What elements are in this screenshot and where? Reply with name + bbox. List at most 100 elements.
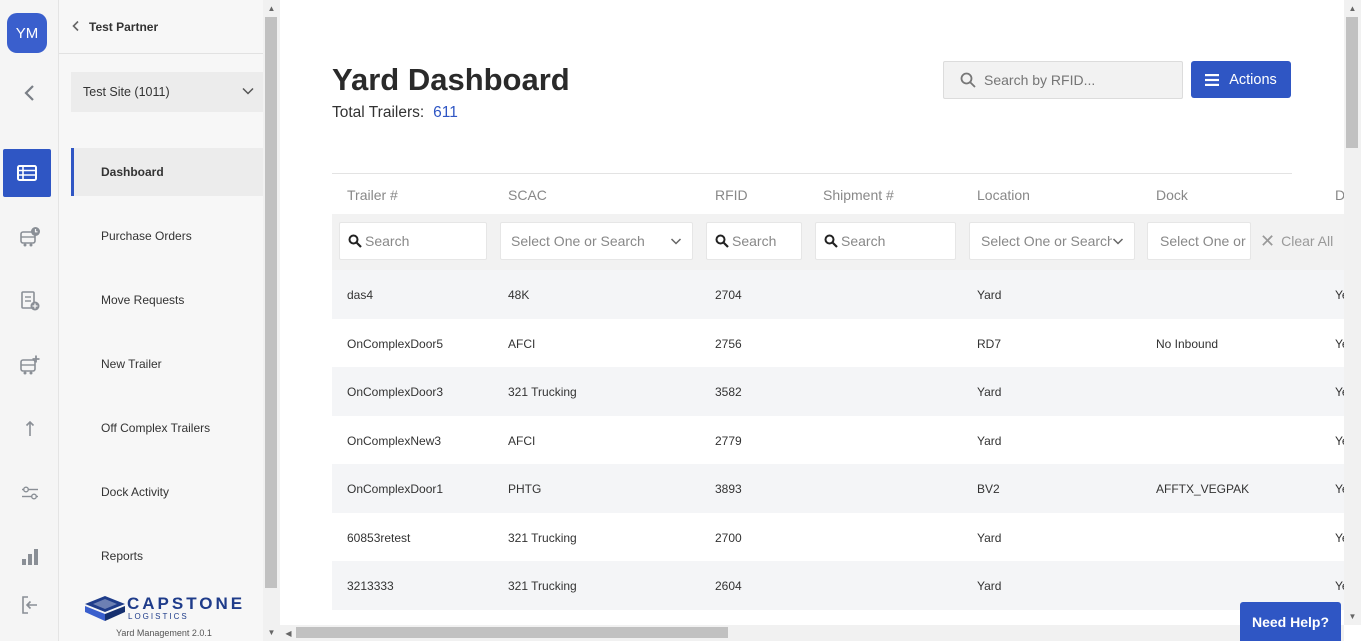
rfid-search[interactable] xyxy=(943,61,1183,99)
rail-dock-activity-button[interactable] xyxy=(0,469,59,517)
cell-location: Yard xyxy=(977,579,1002,593)
sliders-icon xyxy=(21,486,38,500)
collapse-sidebar-button[interactable] xyxy=(0,69,59,117)
rail-reports-button[interactable] xyxy=(0,533,59,581)
site-select-value: Test Site (1011) xyxy=(83,85,170,99)
table-row[interactable]: das4 48K 2704 Yard Ye xyxy=(332,270,1344,319)
capstone-cube-icon xyxy=(85,596,125,621)
rfid-search-input[interactable] xyxy=(984,72,1164,88)
scac-filter[interactable]: Select One or Search xyxy=(500,222,693,260)
sidebar-item-label: Reports xyxy=(101,549,144,563)
rail-dashboard-button[interactable] xyxy=(3,149,51,197)
rail-move-requests-button[interactable] xyxy=(0,277,59,325)
user-avatar[interactable]: YM xyxy=(7,13,47,53)
partner-header[interactable]: Test Partner xyxy=(59,0,263,54)
bar-chart-icon xyxy=(21,549,38,565)
capstone-logo: CAPSTONE LOGISTICS Yard Management 2.0.1 xyxy=(83,594,255,638)
main-horizontal-scrollbar[interactable]: ◀ xyxy=(280,625,1344,641)
table-row[interactable]: OnComplexDoor1 PHTG 3893 BV2 AFFTX_VEGPA… xyxy=(332,464,1344,513)
trailers-table: Trailer # SCAC RFID Shipment # Location … xyxy=(332,174,1344,610)
rail-off-complex-button[interactable] xyxy=(0,405,59,453)
cell-location: Yard xyxy=(977,385,1002,399)
cell-scac: 48K xyxy=(508,288,530,302)
scroll-up-arrow-icon[interactable]: ▲ xyxy=(1344,0,1361,17)
trailer-clock-icon xyxy=(19,227,40,247)
cell-scac: PHTG xyxy=(508,482,542,496)
table-row[interactable]: 60853retest 321 Trucking 2700 Yard Ye xyxy=(332,513,1344,562)
col-header-scac[interactable]: SCAC xyxy=(508,187,547,203)
sidebar-item-purchase-orders[interactable]: Purchase Orders xyxy=(71,212,263,260)
search-icon xyxy=(824,234,838,248)
rail-purchase-orders-button[interactable] xyxy=(0,213,59,261)
col-header-rfid[interactable]: RFID xyxy=(715,187,748,203)
table-row[interactable]: 3213333 321 Trucking 2604 Yard Ye xyxy=(332,561,1344,610)
cell-rfid: 2604 xyxy=(715,579,742,593)
table-row[interactable]: OnComplexDoor3 321 Trucking 3582 Yard Ye xyxy=(332,367,1344,416)
cell-d: Ye xyxy=(1335,288,1344,302)
rail-new-trailer-button[interactable] xyxy=(0,341,59,389)
table-row[interactable]: OnComplexDoor5 AFCI 2756 RD7 No Inbound … xyxy=(332,319,1344,368)
sidebar-item-new-trailer[interactable]: New Trailer xyxy=(71,340,263,388)
dock-filter-placeholder: Select One or Search xyxy=(1160,233,1250,249)
sidebar-item-label: Move Requests xyxy=(101,293,185,307)
scroll-up-arrow-icon[interactable]: ▲ xyxy=(263,0,280,17)
trailer-filter[interactable]: Search xyxy=(339,222,487,260)
shipment-filter[interactable]: Search xyxy=(815,222,956,260)
need-help-button[interactable]: Need Help? xyxy=(1240,602,1341,641)
actions-button[interactable]: Actions xyxy=(1191,61,1291,98)
total-trailers-value: 611 xyxy=(433,104,458,121)
col-header-d[interactable]: D xyxy=(1335,187,1344,203)
col-header-location[interactable]: Location xyxy=(977,187,1030,203)
app-version: Yard Management 2.0.1 xyxy=(116,628,212,638)
cell-trailer: OnComplexDoor1 xyxy=(347,482,444,496)
dock-filter[interactable]: Select One or Search xyxy=(1147,222,1251,260)
scroll-down-arrow-icon[interactable]: ▼ xyxy=(1344,608,1361,625)
location-filter[interactable]: Select One or Search xyxy=(969,222,1135,260)
main-vertical-scroll-thumb[interactable] xyxy=(1346,17,1358,148)
rfid-filter-placeholder: Search xyxy=(732,233,777,249)
sidebar-item-move-requests[interactable]: Move Requests xyxy=(71,276,263,324)
chevron-down-icon xyxy=(670,238,682,245)
scroll-left-arrow-icon[interactable]: ◀ xyxy=(280,625,297,641)
main-horizontal-scroll-thumb[interactable] xyxy=(296,627,728,638)
table-row[interactable]: OnComplexNew3 AFCI 2779 Yard Ye xyxy=(332,416,1344,465)
col-header-trailer[interactable]: Trailer # xyxy=(347,187,398,203)
actions-label: Actions xyxy=(1229,71,1277,88)
cell-trailer: OnComplexNew3 xyxy=(347,433,442,448)
sidebar-item-dashboard[interactable]: Dashboard xyxy=(71,148,263,196)
search-icon xyxy=(715,234,729,248)
cell-location: Yard xyxy=(977,288,1002,302)
scroll-down-arrow-icon[interactable]: ▼ xyxy=(263,624,280,641)
main-content: Yard Dashboard Total Trailers: 611 Action… xyxy=(280,0,1344,625)
page-title: Yard Dashboard xyxy=(332,62,570,97)
purchase-order-add-icon xyxy=(20,291,39,311)
sidebar-scroll-thumb[interactable] xyxy=(265,17,277,588)
close-icon: ✕ xyxy=(1260,231,1276,251)
col-header-dock[interactable]: Dock xyxy=(1156,187,1188,203)
cell-dock: AFFTX_VEGPAK xyxy=(1156,482,1250,496)
cell-d: Ye xyxy=(1335,530,1344,545)
site-select[interactable]: Test Site (1011) xyxy=(71,72,263,112)
partner-name: Test Partner xyxy=(89,19,159,34)
back-arrow-icon[interactable] xyxy=(71,19,89,35)
sidebar-nav: Dashboard Purchase Orders Move Requests … xyxy=(71,148,263,596)
cell-rfid: 2704 xyxy=(715,288,742,302)
sidebar-item-reports[interactable]: Reports xyxy=(71,532,263,580)
rail-logout-button[interactable] xyxy=(0,581,59,629)
cell-d: Ye xyxy=(1335,579,1344,593)
col-header-shipment[interactable]: Shipment # xyxy=(823,187,894,203)
chevron-down-icon xyxy=(1112,235,1124,247)
sidebar-item-dock-activity[interactable]: Dock Activity xyxy=(71,468,263,516)
main-vertical-scrollbar[interactable]: ▲ ▼ xyxy=(1344,0,1361,625)
cell-trailer: das4 xyxy=(347,288,374,302)
clear-all-button[interactable]: ✕ Clear All xyxy=(1260,231,1333,251)
rfid-filter[interactable]: Search xyxy=(706,222,802,260)
cell-rfid: 2779 xyxy=(715,433,742,448)
sidebar-scrollbar[interactable]: ▲ ▼ xyxy=(263,0,280,641)
total-trailers-label: Total Trailers: xyxy=(332,104,425,121)
sidebar-item-off-complex-trailers[interactable]: Off Complex Trailers xyxy=(71,404,263,452)
cell-location: RD7 xyxy=(977,336,1002,351)
search-icon xyxy=(960,72,976,88)
cell-scac: 321 Trucking xyxy=(508,579,577,593)
sidebar-item-label: Off Complex Trailers xyxy=(101,421,211,435)
